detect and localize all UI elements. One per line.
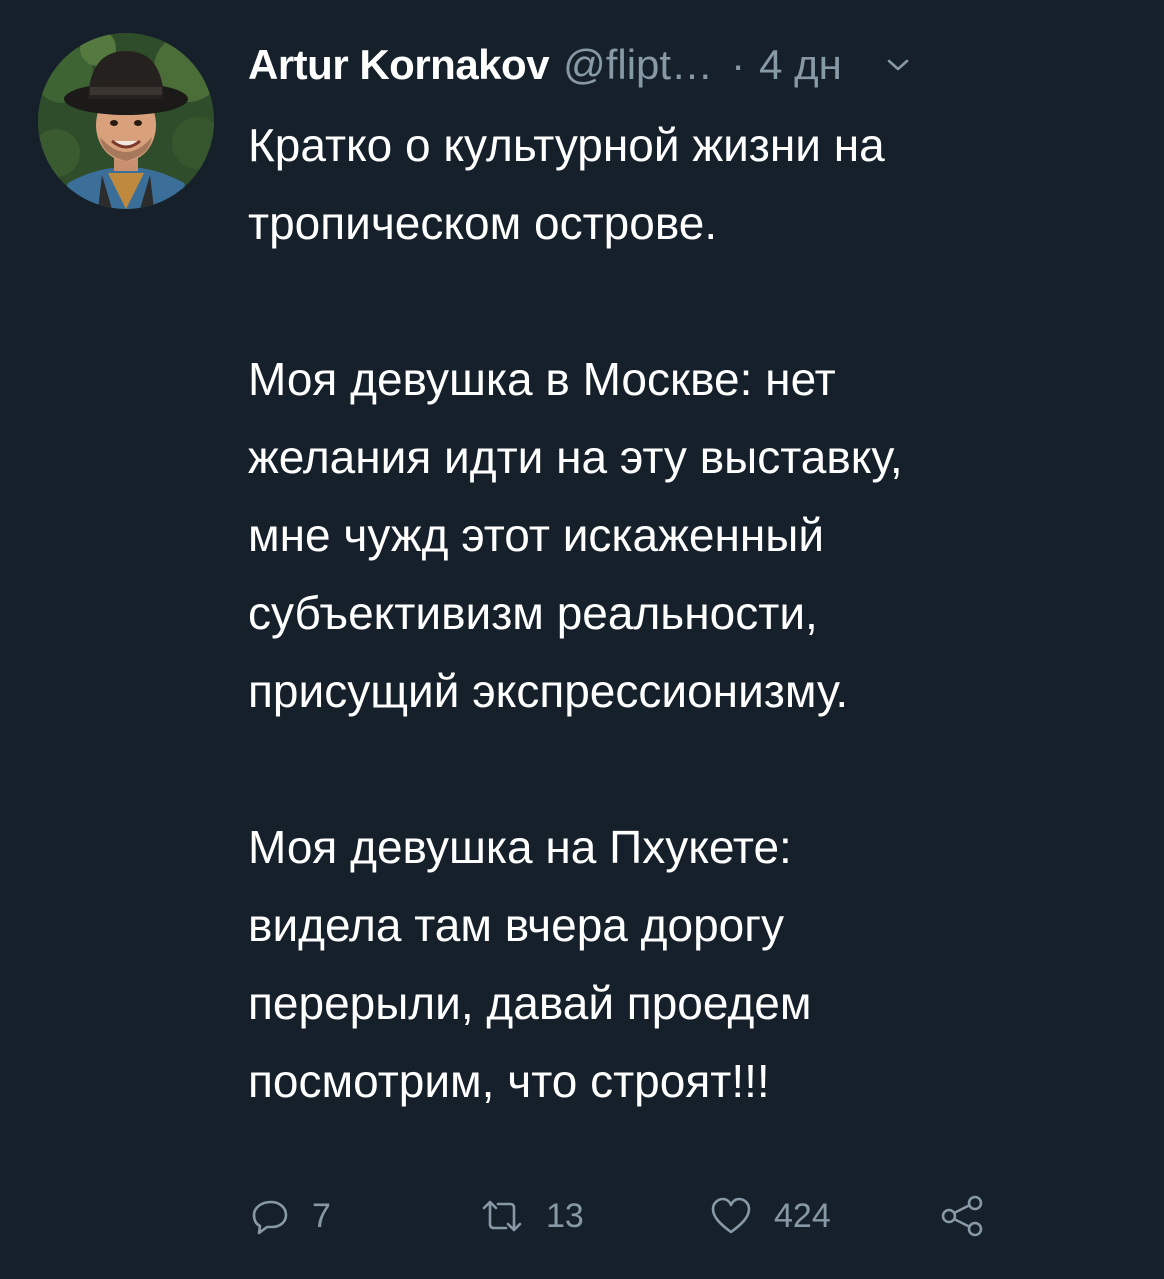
tweet-line: посмотрим, что строят!!! (248, 1055, 770, 1107)
tweet-line: присущий экспрессионизму. (248, 665, 849, 717)
heart-icon (711, 1197, 751, 1234)
tweet-actions: 7 13 424 (250, 1194, 1010, 1238)
tweet-line: перерыли, давай проедем (248, 977, 812, 1029)
retweet-icon (482, 1200, 522, 1232)
tweet-paragraph: Моя девушка на Пхукете: видела там вчера… (248, 808, 1138, 1120)
tweet-line: Кратко о культурной жизни на (248, 119, 885, 171)
author-handle[interactable]: @flipt… (563, 41, 713, 89)
avatar-image (38, 33, 214, 209)
tweet-paragraph: Кратко о культурной жизни на тропическом… (248, 106, 1138, 262)
tweet-text: Кратко о культурной жизни на тропическом… (248, 106, 1138, 1120)
retweet-button[interactable]: 13 (480, 1194, 584, 1238)
tweet-header: Artur Kornakov @flipt… · 4 дн (248, 30, 1138, 100)
retweet-count: 13 (546, 1196, 584, 1235)
tweet-line: желания идти на эту выставку, (248, 431, 903, 483)
tweet-line: тропическом острове. (248, 197, 718, 249)
tweet-content: Artur Kornakov @flipt… · 4 дн Кратко о к… (248, 30, 1138, 1120)
tweet-timestamp[interactable]: 4 дн (759, 41, 842, 89)
tweet-paragraph: Моя девушка в Москве: нет желания идти н… (248, 340, 1138, 730)
reply-count: 7 (312, 1196, 331, 1235)
tweet-line: видела там вчера дорогу (248, 899, 785, 951)
tweet: Artur Kornakov @flipt… · 4 дн Кратко о к… (0, 0, 1164, 1279)
tweet-line: Моя девушка на Пхукете: (248, 821, 792, 873)
tweet-line: Моя девушка в Москве: нет (248, 353, 836, 405)
like-count: 424 (774, 1196, 831, 1235)
tweet-line: мне чужд этот искаженный (248, 509, 825, 561)
share-icon (941, 1195, 983, 1237)
chevron-down-icon[interactable] (886, 57, 910, 73)
like-button[interactable]: 424 (710, 1194, 831, 1238)
author-name[interactable]: Artur Kornakov (248, 41, 550, 89)
header-separator: · (731, 41, 746, 88)
avatar[interactable] (38, 33, 214, 209)
reply-button[interactable]: 7 (250, 1194, 331, 1238)
tweet-line: субъективизм реальности, (248, 587, 818, 639)
share-button[interactable] (940, 1194, 984, 1238)
reply-icon (252, 1200, 288, 1235)
